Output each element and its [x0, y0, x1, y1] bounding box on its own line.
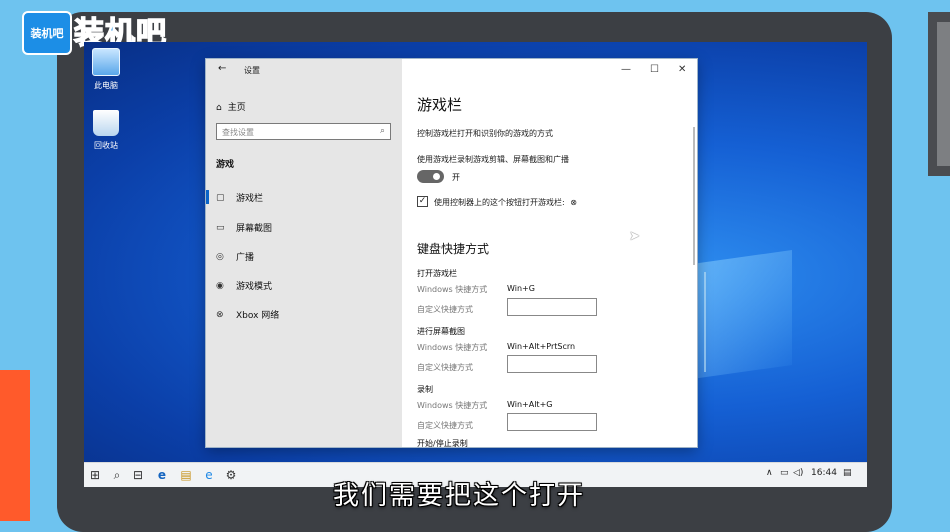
sidebar-item-game-bar[interactable]: ▢ 游戏栏	[216, 191, 264, 205]
minimize-button[interactable]: —	[621, 64, 631, 75]
custom-shortcut-label: 自定义快捷方式	[417, 421, 473, 430]
broadcast-icon: ◎	[216, 251, 224, 262]
checkbox-label-text: 使用控制器上的这个按钮打开游戏栏:	[434, 198, 565, 207]
windows-wallpaper-logo	[692, 249, 792, 380]
sidebar-item-broadcast[interactable]: ◎ 广播	[216, 250, 255, 264]
back-arrow-icon[interactable]: ←	[218, 63, 226, 74]
page-title: 游戏栏	[417, 96, 463, 114]
brand-badge-text: 装机吧	[30, 27, 64, 40]
search-input[interactable]: 查找设置 ⌕	[216, 123, 391, 140]
checkbox-label: 使用控制器上的这个按钮打开游戏栏: ⊗	[434, 197, 577, 208]
desktop-icon-label: 回收站	[94, 141, 118, 150]
custom-shortcut-input[interactable]	[507, 298, 597, 316]
sidebar-item-label: 游戏模式	[236, 282, 273, 292]
windows-shortcut-value: Win+Alt+G	[507, 400, 553, 409]
recycle-bin-icon	[93, 110, 119, 136]
search-icon[interactable]: ⌕	[109, 467, 125, 483]
ie-icon[interactable]: e	[201, 467, 217, 483]
check-mark-icon: ✓	[418, 196, 427, 206]
wallpaper-light-beam	[704, 272, 706, 372]
task-view-icon[interactable]: ⊟	[130, 467, 146, 483]
windows-shortcut-label: Windows 快捷方式	[417, 343, 488, 352]
toggle-state: 开	[452, 173, 460, 182]
game-bar-icon: ▢	[216, 192, 225, 203]
scrollbar[interactable]	[693, 127, 695, 265]
windows-shortcut-value: Win+G	[507, 284, 535, 293]
cut-off-group-title: 开始/停止录制	[417, 439, 468, 447]
computer-icon	[92, 48, 120, 76]
desktop-icon-label: 此电脑	[94, 81, 118, 90]
sidebar-item-label: 屏幕截图	[236, 224, 273, 234]
shortcuts-title: 键盘快捷方式	[417, 242, 490, 256]
settings-gear-icon[interactable]: ⚙	[223, 467, 239, 483]
file-explorer-icon[interactable]: ▤	[178, 467, 194, 483]
custom-shortcut-label: 自定义快捷方式	[417, 305, 473, 314]
clock-time[interactable]: 16:44	[811, 468, 837, 478]
custom-shortcut-label: 自定义快捷方式	[417, 363, 473, 372]
active-indicator	[206, 190, 209, 204]
volume-icon[interactable]: ◁)	[793, 468, 803, 478]
mouse-cursor-icon: ➤	[629, 229, 640, 244]
settings-window: ← 设置 — ☐ ✕ ⌂ 主页 查找设置 ⌕ 游戏 ▢ 游戏栏 ▭ 屏幕截图 ◎ 广播 …	[206, 59, 697, 447]
sidebar-item-xbox[interactable]: ⊗ Xbox 网络	[216, 308, 280, 322]
custom-shortcut-input[interactable]	[507, 355, 597, 373]
window-title: 设置	[244, 66, 260, 75]
maximize-button[interactable]: ☐	[650, 64, 659, 75]
game-mode-icon: ◉	[216, 280, 224, 291]
decorative-right-frame-inner	[937, 22, 950, 166]
brand-logo-icon: 装机吧	[22, 11, 72, 55]
start-icon[interactable]: ⊞	[87, 467, 103, 483]
search-icon: ⌕	[379, 126, 385, 136]
network-icon[interactable]: ▭	[780, 468, 789, 478]
desktop-icon-this-pc[interactable]: 此电脑	[86, 48, 126, 91]
shortcut-group-title: 进行屏幕截图	[417, 327, 465, 336]
sidebar-home[interactable]: ⌂ 主页	[216, 100, 246, 113]
edge-icon[interactable]: e	[154, 467, 170, 483]
sidebar-item-screenshots[interactable]: ▭ 屏幕截图	[216, 221, 273, 235]
shortcut-group-title: 打开游戏栏	[417, 269, 457, 278]
sidebar-section-title: 游戏	[216, 160, 235, 170]
xbox-button-icon: ⊗	[570, 198, 577, 207]
notification-icon[interactable]: ▤	[843, 468, 852, 478]
sidebar-home-label: 主页	[227, 103, 246, 113]
shortcut-group-title: 录制	[417, 385, 433, 394]
tray-arrow-icon[interactable]: ∧	[766, 468, 773, 478]
video-caption: 我们需要把这个打开	[333, 481, 586, 511]
custom-shortcut-input[interactable]	[507, 413, 597, 431]
screenshot-icon: ▭	[216, 222, 225, 233]
windows-shortcut-label: Windows 快捷方式	[417, 401, 488, 410]
controller-checkbox[interactable]: ✓	[417, 196, 428, 207]
sidebar-item-label: 游戏栏	[236, 194, 264, 204]
sidebar-item-label: Xbox 网络	[236, 311, 280, 321]
desktop-icon-recycle-bin[interactable]: 回收站	[86, 110, 126, 151]
page-description: 控制游戏栏打开和识别你的游戏的方式	[417, 129, 553, 138]
decorative-red-shape	[0, 370, 30, 521]
windows-shortcut-label: Windows 快捷方式	[417, 285, 488, 294]
xbox-icon: ⊗	[216, 309, 224, 320]
toggle-label: 使用游戏栏录制游戏剪辑、屏幕截图和广播	[417, 155, 569, 164]
sidebar-item-label: 广播	[236, 253, 255, 263]
game-bar-toggle[interactable]	[417, 170, 444, 183]
home-icon: ⌂	[216, 103, 222, 113]
sidebar-item-game-mode[interactable]: ◉ 游戏模式	[216, 279, 273, 293]
search-placeholder: 查找设置	[222, 128, 254, 137]
windows-shortcut-value: Win+Alt+PrtScrn	[507, 342, 576, 351]
close-button[interactable]: ✕	[678, 64, 686, 75]
toggle-knob	[433, 173, 440, 180]
